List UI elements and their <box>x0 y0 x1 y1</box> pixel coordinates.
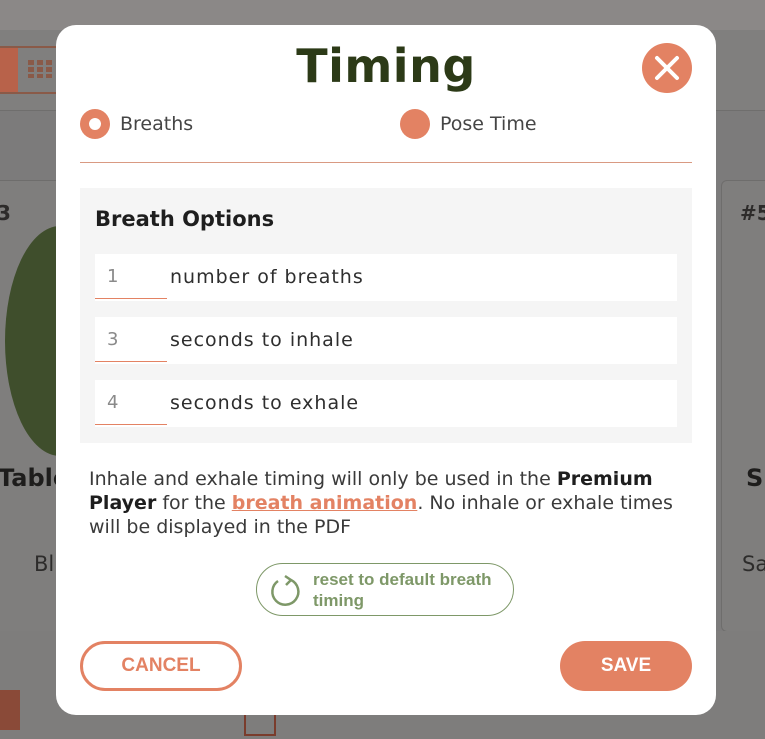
info-text-part: for the <box>156 492 232 514</box>
view-toggle <box>0 46 60 94</box>
seconds-to-inhale-input[interactable] <box>95 317 167 362</box>
grid-view-icon <box>28 60 52 78</box>
pose-card-subtitle: Sa <box>742 552 765 576</box>
dialog-title: Timing <box>296 39 476 93</box>
close-button[interactable] <box>642 43 692 93</box>
reset-button-label: reset to default breath timing <box>313 570 492 610</box>
radio-button[interactable] <box>400 109 430 139</box>
number-of-breaths-label: number of breaths <box>170 266 364 288</box>
breath-options-panel: Breath Options number of breaths seconds… <box>80 188 692 443</box>
radio-label: Pose Time <box>440 113 537 135</box>
list-view-icon <box>0 48 18 92</box>
cancel-button[interactable]: CANCEL <box>80 641 242 691</box>
info-text-part: Inhale and exhale timing will only be us… <box>89 468 557 490</box>
breath-options-title: Breath Options <box>95 207 275 231</box>
close-icon <box>655 56 679 80</box>
save-button[interactable]: SAVE <box>560 641 692 691</box>
seconds-to-inhale-row: seconds to inhale <box>95 317 677 364</box>
radio-pose-time[interactable]: Pose Time <box>400 109 537 139</box>
background-bottom-button <box>0 690 20 730</box>
seconds-to-inhale-label: seconds to inhale <box>170 329 354 351</box>
seconds-to-exhale-input[interactable] <box>95 380 167 425</box>
seconds-to-exhale-row: seconds to exhale <box>95 380 677 427</box>
seconds-to-exhale-label: seconds to exhale <box>170 392 360 414</box>
number-of-breaths-row: number of breaths <box>95 254 677 301</box>
number-of-breaths-input[interactable] <box>95 254 167 299</box>
divider <box>80 162 692 163</box>
timing-info-text: Inhale and exhale timing will only be us… <box>89 467 689 539</box>
pose-card-title: S <box>746 464 764 492</box>
pose-card-subtitle: Bl <box>34 552 55 576</box>
timing-dialog: Timing Breaths Pose Time Breath Options … <box>56 25 716 715</box>
radio-button-checked[interactable] <box>80 109 110 139</box>
radio-breaths[interactable]: Breaths <box>80 109 193 139</box>
radio-label: Breaths <box>120 113 194 135</box>
pose-card-number: #5 <box>740 201 765 225</box>
pose-card-number: 3 <box>0 201 11 225</box>
breath-animation-link[interactable]: breath animation <box>232 492 418 514</box>
reset-default-timing-button[interactable]: reset to default breath timing <box>256 563 514 616</box>
reset-icon <box>271 574 300 606</box>
